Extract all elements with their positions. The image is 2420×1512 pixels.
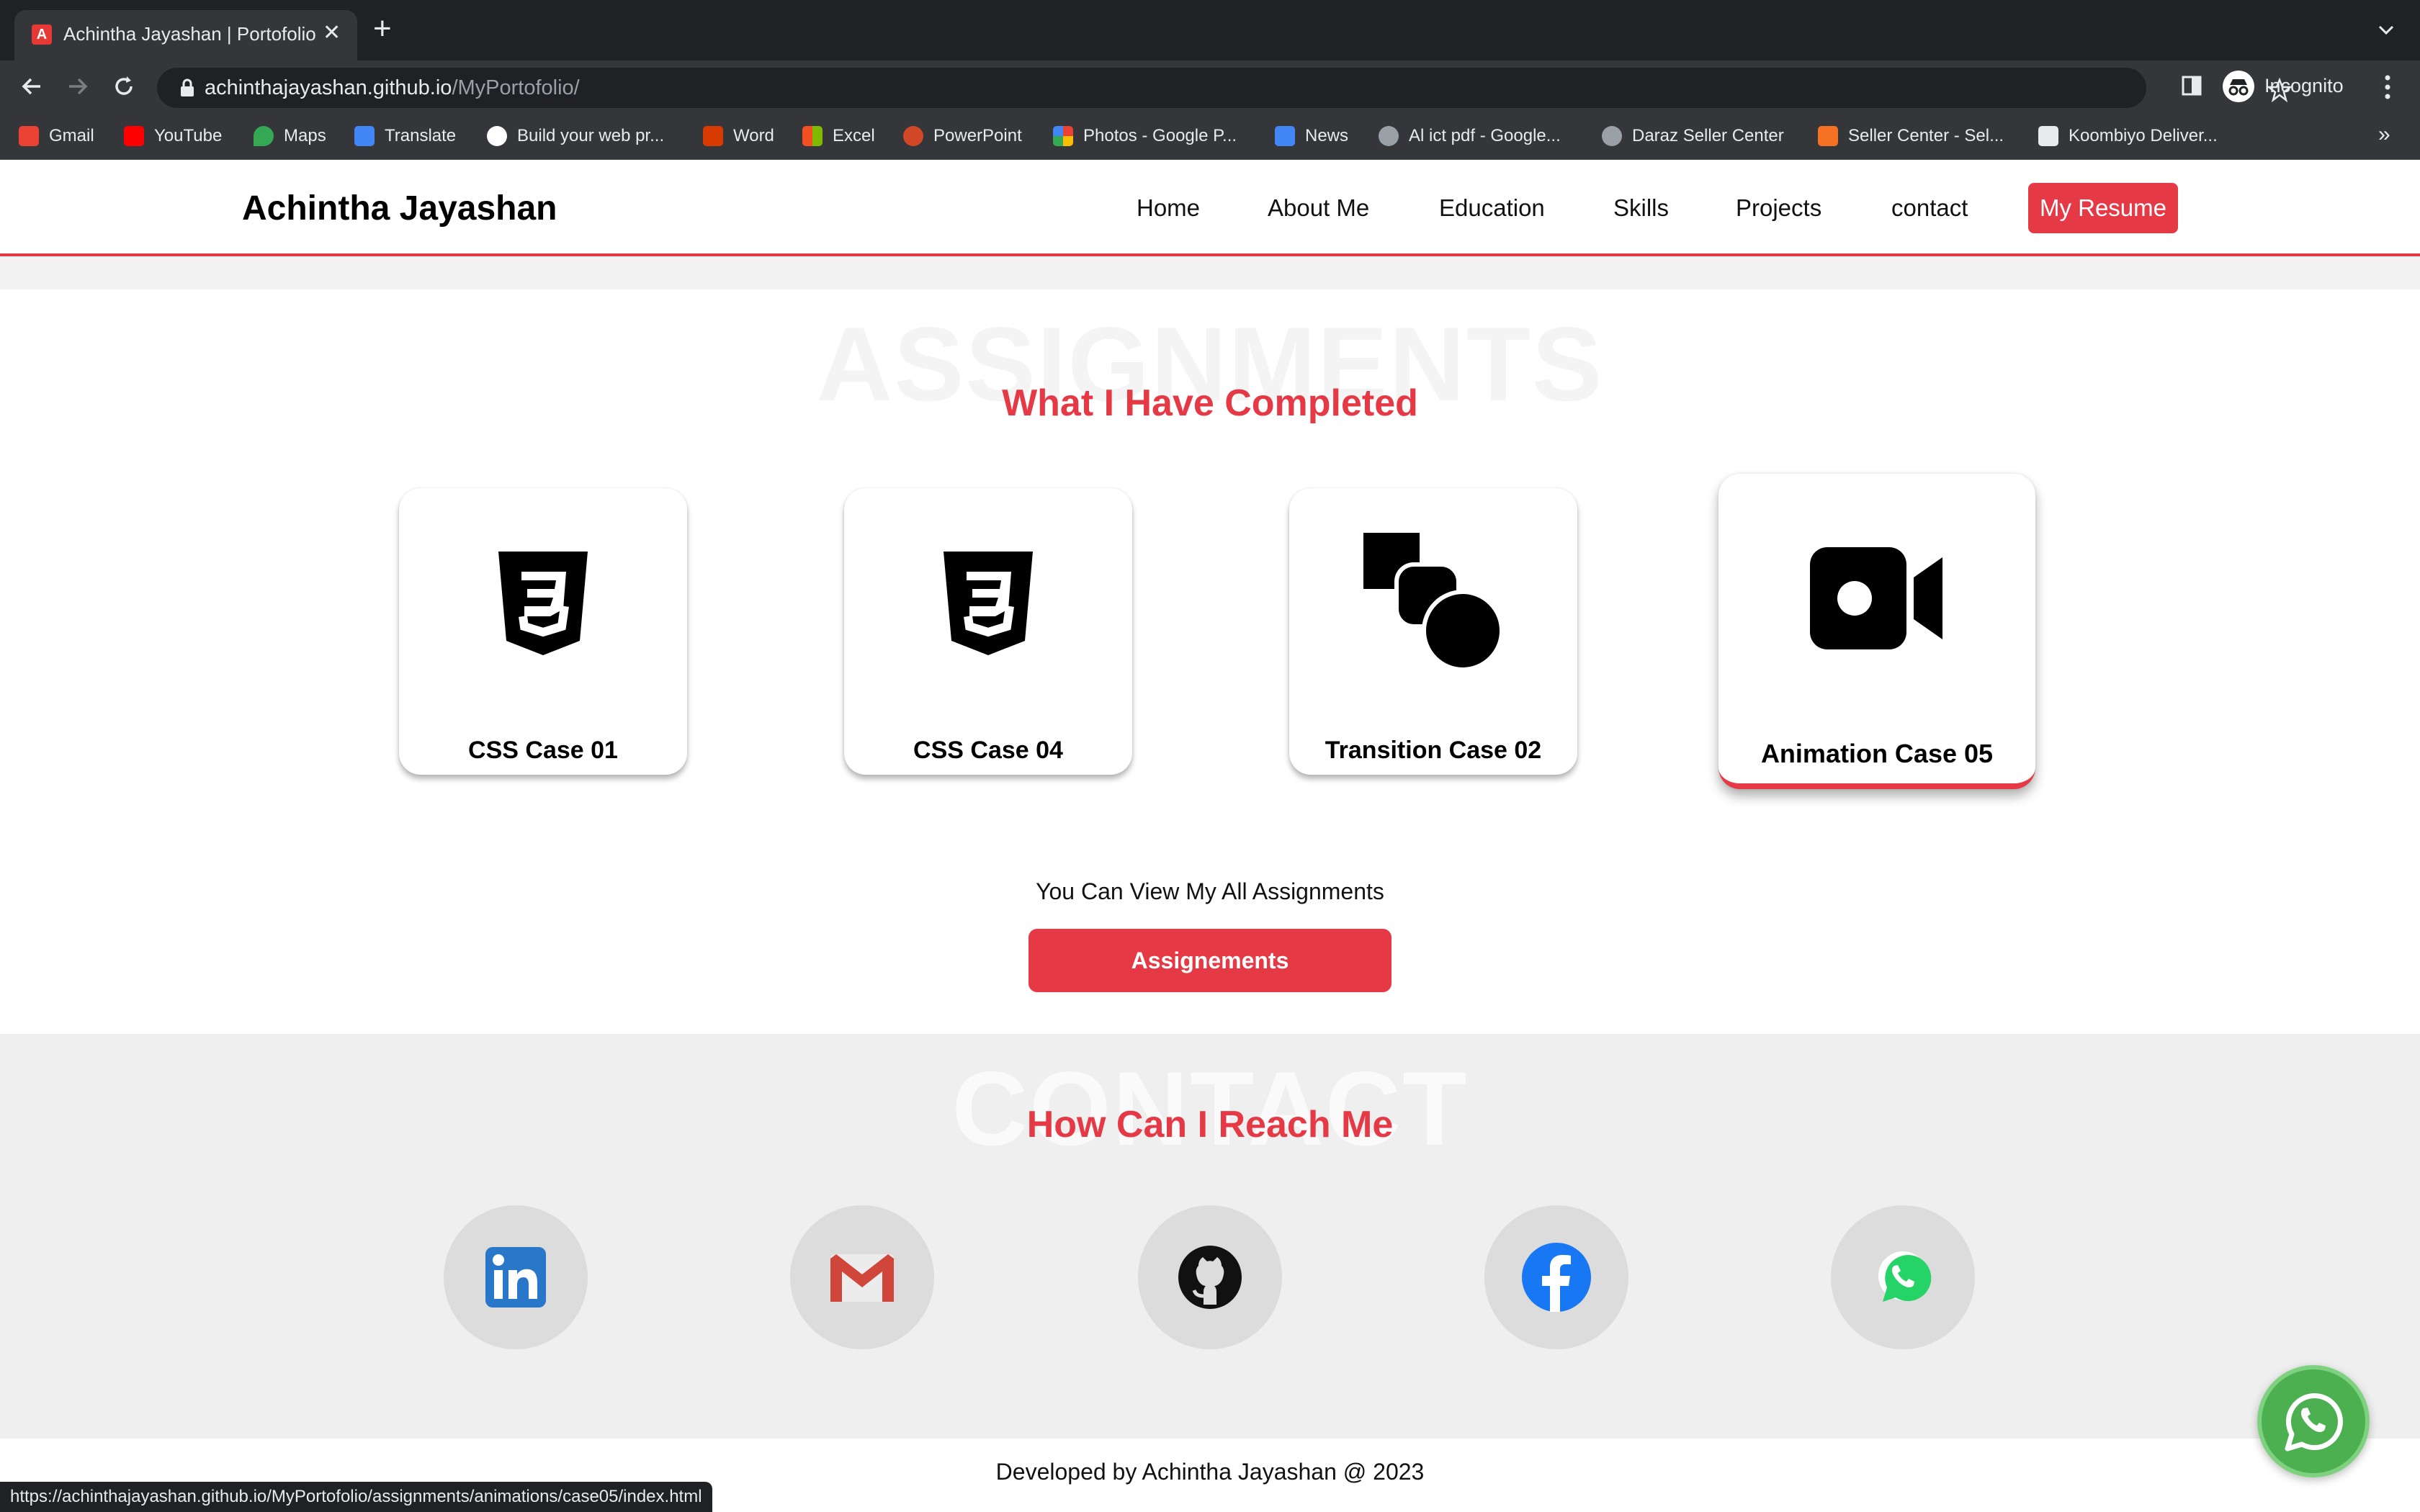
css3-icon [498, 552, 588, 655]
facebook-icon [1522, 1243, 1591, 1312]
bookmark-daraz-seller[interactable]: Daraz Seller Center [1602, 124, 1784, 148]
browser-tab-strip: A Achintha Jayashan | Portofolio ✕ + [0, 0, 2420, 60]
facebook-link[interactable] [1484, 1205, 1628, 1349]
nav-home[interactable]: Home [1137, 194, 1200, 222]
maps-pin-icon [254, 126, 274, 146]
bookmark-google-sites[interactable]: Build your web pr... [487, 124, 664, 148]
office-icon [703, 126, 723, 146]
bookmark-koombiyo[interactable]: Koombiyo Deliver... [2038, 124, 2218, 148]
youtube-icon [124, 126, 144, 146]
gmail-icon [830, 1254, 894, 1302]
bookmark-powerpoint[interactable]: PowerPoint [903, 124, 1022, 148]
bookmark-al-ict-pdf[interactable]: Al ict pdf - Google... [1379, 124, 1561, 148]
contact-section: CONTACT How Can I Reach Me [0, 1034, 2420, 1439]
linkedin-icon [485, 1247, 546, 1308]
assignment-card-css-case-04[interactable]: CSS Case 04 [844, 488, 1132, 775]
card-label: CSS Case 04 [913, 737, 1063, 764]
bookmark-gmail[interactable]: Gmail [19, 124, 94, 148]
site-brand[interactable]: Achintha Jayashan [242, 189, 557, 228]
browser-menu-icon[interactable] [2384, 73, 2391, 101]
my-resume-button[interactable]: My Resume [2028, 183, 2178, 233]
address-bar[interactable]: achinthajayashan.github.io/MyPortofolio/ [157, 68, 2292, 108]
card-label: Transition Case 02 [1325, 737, 1542, 764]
google-icon [487, 126, 507, 146]
site-favicon-icon: A [32, 24, 52, 45]
card-label: Animation Case 05 [1760, 739, 1994, 768]
photos-pinwheel-icon [1053, 126, 1073, 146]
bookmark-news[interactable]: News [1275, 124, 1348, 148]
microsoft-icon [802, 126, 823, 146]
url-path: /MyPortofolio/ [452, 76, 580, 99]
linkedin-link[interactable] [444, 1205, 588, 1349]
seller-center-icon [1818, 126, 1838, 146]
forward-arrow-icon[interactable] [65, 73, 91, 99]
translate-icon [354, 126, 375, 146]
side-panel-icon[interactable] [2181, 75, 2202, 96]
shapes-icon [1363, 533, 1504, 672]
bookmark-word[interactable]: Word [703, 124, 774, 148]
github-icon [1178, 1246, 1242, 1309]
bookmark-excel[interactable]: Excel [802, 124, 875, 148]
browser-toolbar: achinthajayashan.github.io/MyPortofolio/… [0, 60, 2420, 112]
assignments-button[interactable]: Assignements [1028, 929, 1392, 992]
gmail-icon [19, 126, 39, 146]
whatsapp-icon [1878, 1251, 1932, 1302]
link-preview-status: https://achinthajayashan.github.io/MyPor… [0, 1482, 712, 1512]
back-arrow-icon[interactable] [19, 73, 45, 99]
bookmark-maps[interactable]: Maps [254, 124, 326, 148]
tab-close-icon[interactable]: ✕ [323, 20, 341, 45]
reload-icon[interactable] [111, 73, 137, 99]
browser-tab[interactable]: A Achintha Jayashan | Portofolio ✕ [14, 10, 357, 60]
globe-icon [1602, 126, 1622, 146]
nav-projects[interactable]: Projects [1736, 194, 1821, 222]
site-header: Achintha Jayashan Home About Me Educatio… [0, 160, 2420, 256]
assignment-card-transition-case-02[interactable]: Transition Case 02 [1289, 488, 1577, 775]
nav-education[interactable]: Education [1439, 194, 1545, 222]
bookmark-translate[interactable]: Translate [354, 124, 456, 148]
bookmark-seller-center[interactable]: Seller Center - Sel... [1818, 124, 2004, 148]
koombiyo-icon [2038, 126, 2058, 146]
whatsapp-icon [2285, 1393, 2343, 1452]
view-all-assignments-text: You Can View My All Assignments [1036, 878, 1384, 904]
video-camera-icon [1810, 547, 1942, 649]
lock-icon [181, 78, 194, 96]
incognito-icon[interactable] [2223, 71, 2254, 102]
bookmark-youtube[interactable]: YouTube [124, 124, 222, 148]
section-divider-band [0, 256, 2420, 289]
nav-skills[interactable]: Skills [1613, 194, 1669, 222]
card-label: CSS Case 01 [468, 737, 618, 764]
incognito-label: Incognito [2264, 75, 2344, 96]
url-text: achinthajayashan.github.io/MyPortofolio/ [205, 76, 580, 100]
new-tab-button[interactable]: + [373, 13, 392, 45]
assignments-subtitle: What I Have Completed [1002, 382, 1418, 424]
assignment-card-css-case-01[interactable]: CSS Case 01 [399, 488, 687, 775]
bookmarks-bar: Gmail YouTube Maps Translate Build your … [0, 112, 2420, 160]
url-host: achinthajayashan.github.io [205, 76, 452, 99]
contact-subtitle: How Can I Reach Me [1026, 1104, 1394, 1146]
news-icon [1275, 126, 1295, 146]
gmail-link[interactable] [790, 1205, 934, 1349]
assignments-section: ASSIGNMENTS What I Have Completed CSS Ca… [0, 289, 2420, 1034]
tab-title: Achintha Jayashan | Portofolio [63, 23, 316, 45]
css3-icon [944, 552, 1033, 655]
nav-about-me[interactable]: About Me [1268, 194, 1369, 222]
whatsapp-floating-button[interactable] [2257, 1365, 2370, 1477]
tab-search-chevron-icon[interactable] [2377, 20, 2396, 39]
globe-icon [1379, 126, 1399, 146]
whatsapp-link[interactable] [1831, 1205, 1975, 1349]
powerpoint-icon [903, 126, 923, 146]
github-link[interactable] [1138, 1205, 1282, 1349]
nav-contact[interactable]: contact [1891, 194, 1968, 222]
bookmark-google-photos[interactable]: Photos - Google P... [1053, 124, 1237, 148]
bookmarks-overflow-button[interactable]: » [2378, 122, 2390, 147]
assignment-card-animation-case-05[interactable]: Animation Case 05 [1718, 474, 2035, 789]
